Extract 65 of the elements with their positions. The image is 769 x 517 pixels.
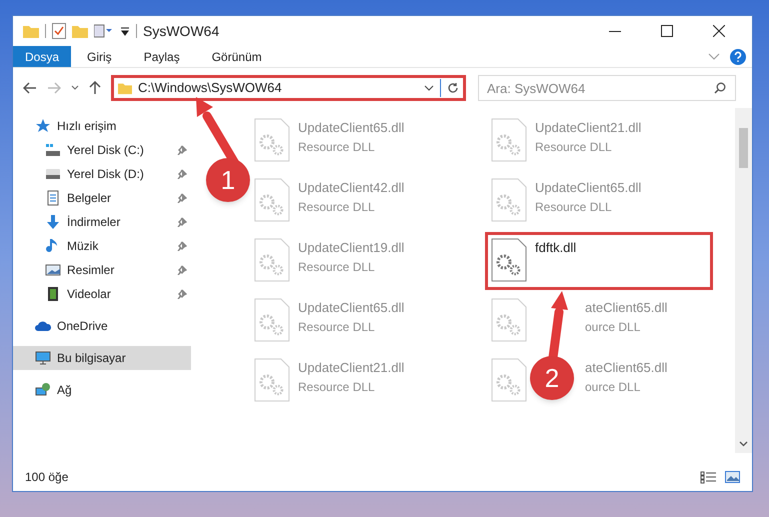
pin-icon[interactable]	[177, 169, 187, 179]
drive-icon	[45, 166, 61, 182]
file-type: Resource DLL	[298, 198, 375, 216]
pin-icon[interactable]	[177, 145, 187, 155]
file-type: Resource DLL	[298, 258, 375, 276]
pin-icon[interactable]	[177, 241, 187, 251]
sidebar-item[interactable]: Yerel Disk (D:)	[13, 162, 191, 186]
close-icon	[713, 25, 725, 37]
file-type: ource DLL	[585, 378, 640, 396]
chevron-down-icon[interactable]	[739, 441, 748, 447]
chevron-down-icon[interactable]	[424, 85, 434, 91]
pin-icon[interactable]	[177, 193, 187, 203]
up-arrow-icon[interactable]	[89, 81, 101, 95]
back-arrow-icon[interactable]	[23, 82, 37, 94]
address-bar[interactable]: C:\Windows\SysWOW64	[111, 75, 466, 101]
sidebar-item[interactable]: Videolar	[13, 282, 191, 306]
properties-icon[interactable]	[94, 24, 114, 38]
ribbon-tab[interactable]: Dosya	[13, 46, 72, 67]
pc-icon	[35, 350, 51, 366]
file-type: ource DLL	[585, 318, 640, 336]
window-title: SysWOW64	[143, 22, 220, 41]
sidebar-item[interactable]: İndirmeler	[13, 210, 191, 234]
search-field[interactable]: Ara: SysWOW64	[478, 75, 736, 101]
chevron-down-icon[interactable]	[71, 85, 79, 91]
search-icon	[714, 82, 726, 94]
file-type: Resource DLL	[535, 198, 612, 216]
pin-icon[interactable]	[177, 217, 187, 227]
docs-icon	[45, 190, 61, 206]
address-path: C:\Windows\SysWOW64	[138, 79, 283, 98]
pin-icon[interactable]	[177, 289, 187, 299]
details-view-icon[interactable]	[700, 470, 717, 484]
file-name[interactable]: fdftk.dll	[535, 238, 576, 258]
ribbon-tab[interactable]: Giriş	[71, 46, 128, 67]
sidebar-item[interactable]: Yerel Disk (C:)	[13, 138, 191, 162]
scrollbar-thumb[interactable]	[739, 128, 748, 168]
sidebar-item[interactable]: Resimler	[13, 258, 191, 282]
ribbon-tab[interactable]: Görünüm	[196, 46, 278, 67]
file-type: Resource DLL	[298, 378, 375, 396]
help-icon[interactable]	[730, 48, 746, 64]
gear-file-icon[interactable]	[491, 238, 527, 282]
sidebar-item[interactable]: Hızlı erişim	[13, 114, 191, 138]
scrollbar[interactable]	[735, 108, 752, 453]
pictures-icon	[45, 262, 61, 278]
file-type: Resource DLL	[298, 138, 375, 156]
forward-arrow-icon[interactable]	[47, 82, 61, 94]
refresh-icon[interactable]	[447, 82, 459, 94]
sidebar-item[interactable]: Müzik	[13, 234, 191, 258]
videos-icon	[45, 286, 61, 302]
network-icon	[35, 382, 51, 398]
file-type: Resource DLL	[298, 318, 375, 336]
folder-icon	[118, 81, 132, 95]
item-count: 100 öğe	[25, 469, 68, 486]
checklist-icon[interactable]	[52, 23, 66, 39]
dropdown-icon[interactable]	[120, 26, 130, 36]
ribbon-tab[interactable]: Paylaş	[128, 46, 196, 67]
sidebar-item[interactable]: OneDrive	[13, 314, 191, 338]
minimize-icon	[609, 30, 621, 32]
maximize-icon	[661, 25, 673, 37]
sidebar-item[interactable]: Ağ	[13, 378, 191, 402]
sidebar-item[interactable]: Belgeler	[13, 186, 191, 210]
file-type: Resource DLL	[535, 138, 612, 156]
large-icons-view-icon[interactable]	[725, 471, 740, 483]
download-icon	[45, 214, 61, 230]
sidebar-item[interactable]: Bu bilgisayar	[13, 346, 191, 370]
pin-icon[interactable]	[177, 265, 187, 275]
